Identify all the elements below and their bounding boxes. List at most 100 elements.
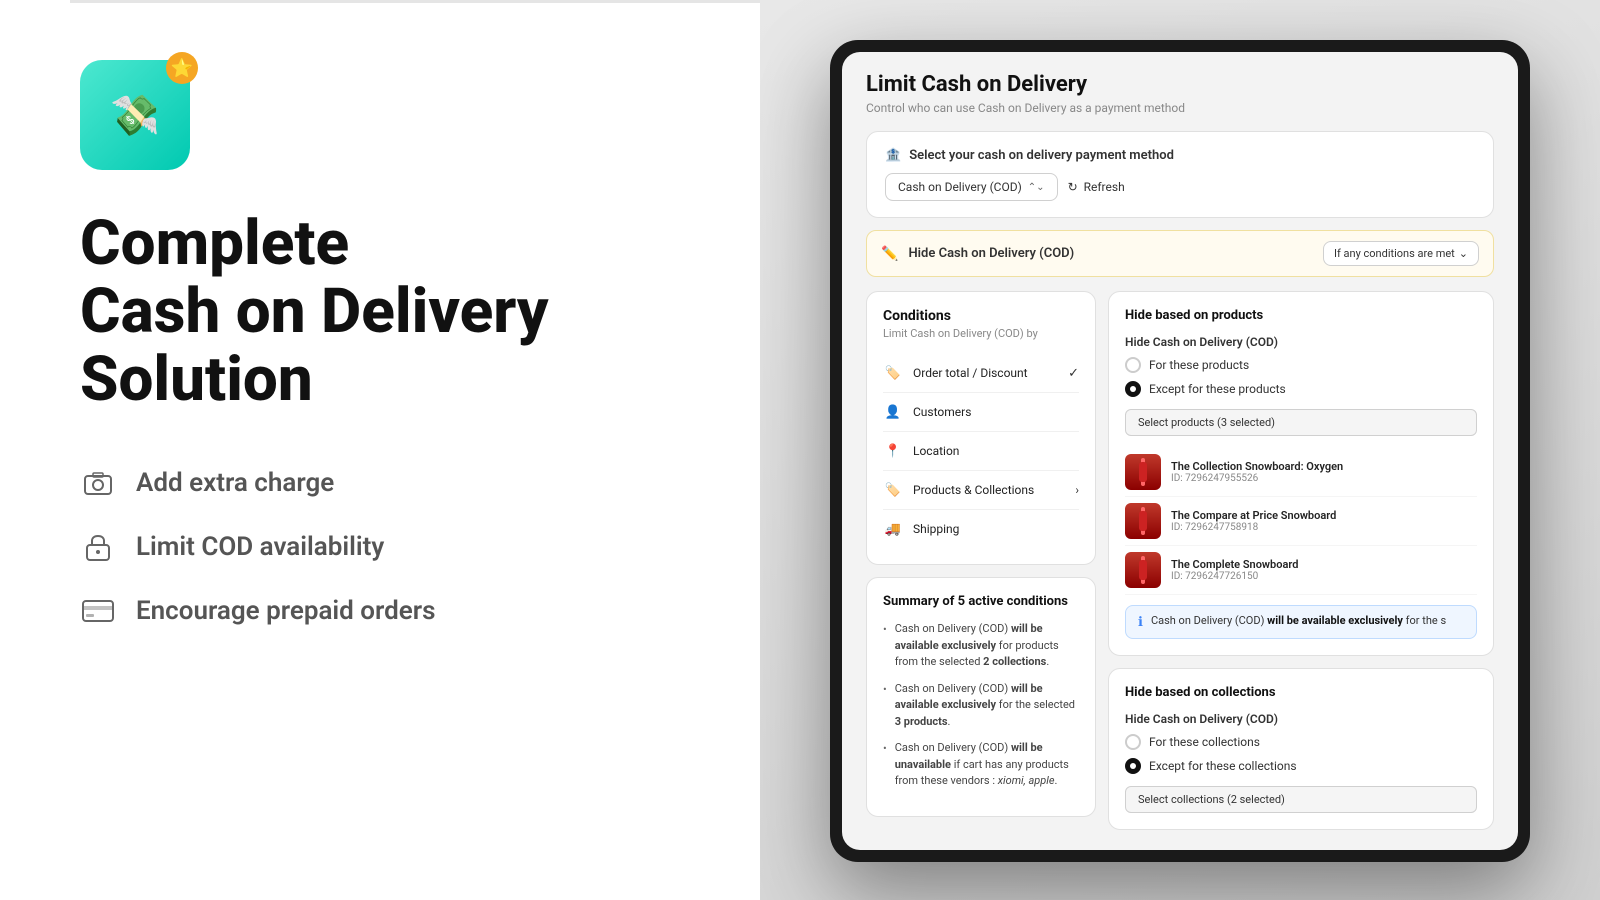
select-collections-button[interactable]: Select collections (2 selected) xyxy=(1125,786,1477,813)
hide-cod-collections-label: Hide Cash on Delivery (COD) xyxy=(1125,712,1477,726)
tag-icon: 🏷️ xyxy=(883,363,903,383)
camera-icon xyxy=(80,465,116,501)
arrow-right-icon: › xyxy=(1075,483,1079,497)
radio-except-products-circle xyxy=(1125,381,1141,397)
dropdown-arrow-icon: ⌄ xyxy=(1459,247,1468,260)
feature-limit-cod: Limit COD availability xyxy=(80,529,680,565)
radio-except-collections-circle xyxy=(1125,758,1141,774)
info-banner: ℹ Cash on Delivery (COD) will be availab… xyxy=(1125,605,1477,639)
location-icon: 📍 xyxy=(883,441,903,461)
product-item-3: The Complete Snowboard ID: 7296247726150 xyxy=(1125,546,1477,595)
hide-cod-products-label: Hide Cash on Delivery (COD) xyxy=(1125,335,1477,349)
bullet-3: • xyxy=(883,741,887,790)
info-banner-text: Cash on Delivery (COD) will be available… xyxy=(1151,614,1446,627)
hide-cod-row: ✏️ Hide Cash on Delivery (COD) If any co… xyxy=(866,230,1494,277)
hide-collections-title: Hide based on collections xyxy=(1125,685,1477,700)
page-subtitle: Control who can use Cash on Delivery as … xyxy=(866,101,1494,115)
page-title: Limit Cash on Delivery xyxy=(866,72,1494,97)
product-name-2: The Compare at Price Snowboard xyxy=(1171,509,1477,522)
radio-for-products-circle xyxy=(1125,357,1141,373)
products-panel: Hide based on products Hide Cash on Deli… xyxy=(1108,291,1494,830)
main-title: Complete Cash on Delivery Solution xyxy=(80,210,680,415)
product-id-2: ID: 7296247758918 xyxy=(1171,522,1477,533)
condition-dropdown[interactable]: If any conditions are met ⌄ xyxy=(1323,241,1479,266)
title-line2: Cash on Delivery xyxy=(80,275,549,348)
tag2-icon: 🏷️ xyxy=(883,480,903,500)
payment-select[interactable]: Cash on Delivery (COD) ⌃⌄ xyxy=(885,173,1058,201)
tablet-frame: Limit Cash on Delivery Control who can u… xyxy=(830,40,1530,862)
payment-selector-row: Cash on Delivery (COD) ⌃⌄ ↻ Refresh xyxy=(885,173,1475,201)
condition-location[interactable]: 📍 Location xyxy=(883,432,1079,471)
radio-except-collections[interactable]: Except for these collections xyxy=(1125,758,1477,774)
feature-add-charge: Add extra charge xyxy=(80,465,680,501)
summary-card: Summary of 5 active conditions • Cash on… xyxy=(866,577,1096,817)
card-icon xyxy=(80,593,116,629)
title-line3: Solution xyxy=(80,343,313,416)
check-icon: ✓ xyxy=(1068,366,1079,381)
condition-shipping[interactable]: 🚚 Shipping xyxy=(883,510,1079,548)
person-icon: 👤 xyxy=(883,402,903,422)
app-icon: ⭐ 💸 xyxy=(80,60,190,170)
condition-customers[interactable]: 👤 Customers xyxy=(883,393,1079,432)
app-ui: Limit Cash on Delivery Control who can u… xyxy=(842,52,1518,850)
product-name-1: The Collection Snowboard: Oxygen xyxy=(1171,460,1477,473)
radio-group-products: For these products Except for these prod… xyxy=(1125,357,1477,397)
select-arrows-icon: ⌃⌄ xyxy=(1028,182,1045,193)
payment-method-label: 🏦 Select your cash on delivery payment m… xyxy=(885,148,1475,163)
condition-products-collections[interactable]: 🏷️ Products & Collections › xyxy=(883,471,1079,510)
product-info-1: The Collection Snowboard: Oxygen ID: 729… xyxy=(1171,460,1477,484)
hide-icon: ✏️ xyxy=(881,246,898,262)
radio-group-collections: For these collections Except for these c… xyxy=(1125,734,1477,774)
condition-order-total[interactable]: 🏷️ Order total / Discount ✓ xyxy=(883,354,1079,393)
select-products-button[interactable]: Select products (3 selected) xyxy=(1125,409,1477,436)
summary-item-2: • Cash on Delivery (COD) will be availab… xyxy=(883,681,1079,731)
app-header: Limit Cash on Delivery Control who can u… xyxy=(866,72,1494,115)
radio-except-products[interactable]: Except for these products xyxy=(1125,381,1477,397)
product-thumbnail-3 xyxy=(1125,552,1161,588)
products-card: Hide based on products Hide Cash on Deli… xyxy=(1108,291,1494,656)
product-id-3: ID: 7296247726150 xyxy=(1171,571,1477,582)
right-panel: Limit Cash on Delivery Control who can u… xyxy=(760,0,1600,900)
product-info-2: The Compare at Price Snowboard ID: 72962… xyxy=(1171,509,1477,533)
conditions-card: Conditions Limit Cash on Delivery (COD) … xyxy=(866,291,1096,565)
summary-title: Summary of 5 active conditions xyxy=(883,594,1079,609)
bullet-2: • xyxy=(883,682,887,731)
refresh-button[interactable]: ↻ Refresh xyxy=(1068,180,1125,194)
features-list: Add extra charge Limit COD availability xyxy=(80,465,680,629)
product-name-3: The Complete Snowboard xyxy=(1171,558,1477,571)
feature-limit-cod-text: Limit COD availability xyxy=(136,532,384,562)
bullet-1: • xyxy=(883,622,887,671)
tablet-screen: Limit Cash on Delivery Control who can u… xyxy=(842,52,1518,850)
radio-for-collections-circle xyxy=(1125,734,1141,750)
summary-item-3: • Cash on Delivery (COD) will be unavail… xyxy=(883,740,1079,790)
product-info-3: The Complete Snowboard ID: 7296247726150 xyxy=(1171,558,1477,582)
payment-method-section: 🏦 Select your cash on delivery payment m… xyxy=(866,131,1494,218)
left-panel: ⭐ 💸 Complete Cash on Delivery Solution A… xyxy=(0,0,760,900)
truck-icon: 🚚 xyxy=(883,519,903,539)
main-content: Conditions Limit Cash on Delivery (COD) … xyxy=(866,291,1494,830)
hide-cod-text: Hide Cash on Delivery (COD) xyxy=(908,246,1074,261)
radio-for-collections[interactable]: For these collections xyxy=(1125,734,1477,750)
radio-for-products[interactable]: For these products xyxy=(1125,357,1477,373)
summary-item-1: • Cash on Delivery (COD) will be availab… xyxy=(883,621,1079,671)
title-line1: Complete xyxy=(80,207,349,280)
product-thumbnail-1 xyxy=(1125,454,1161,490)
feature-prepaid: Encourage prepaid orders xyxy=(80,593,680,629)
feature-add-charge-text: Add extra charge xyxy=(136,468,334,498)
collections-card: Hide based on collections Hide Cash on D… xyxy=(1108,668,1494,830)
conditions-subtitle: Limit Cash on Delivery (COD) by xyxy=(883,327,1079,340)
star-badge: ⭐ xyxy=(166,52,198,84)
app-icon-image: 💸 xyxy=(110,92,160,139)
product-item-1: The Collection Snowboard: Oxygen ID: 729… xyxy=(1125,448,1477,497)
refresh-icon: ↻ xyxy=(1068,180,1078,194)
feature-prepaid-text: Encourage prepaid orders xyxy=(136,596,435,626)
product-id-1: ID: 7296247955526 xyxy=(1171,473,1477,484)
info-icon: ℹ xyxy=(1138,615,1143,630)
conditions-panel: Conditions Limit Cash on Delivery (COD) … xyxy=(866,291,1096,830)
payment-icon: 🏦 xyxy=(885,148,901,163)
lock-icon xyxy=(80,529,116,565)
hide-products-title: Hide based on products xyxy=(1125,308,1477,323)
product-thumbnail-2 xyxy=(1125,503,1161,539)
conditions-title: Conditions xyxy=(883,308,1079,324)
product-item-2: The Compare at Price Snowboard ID: 72962… xyxy=(1125,497,1477,546)
